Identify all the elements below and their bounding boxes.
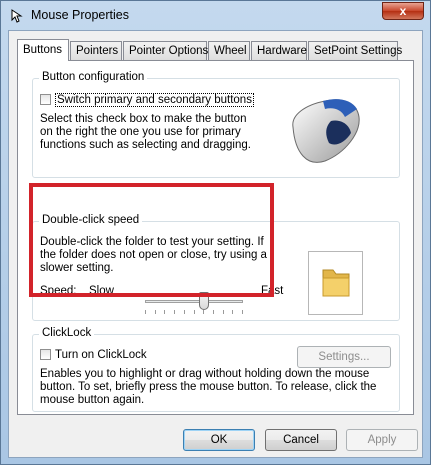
tab-setpoint-settings[interactable]: SetPoint Settings <box>308 41 402 60</box>
button-config-description: Select this check box to make the button… <box>40 113 251 151</box>
folder-icon <box>322 269 350 297</box>
tab-pointer-options[interactable]: Pointer Options <box>123 41 208 60</box>
tab-hardware[interactable]: Hardware <box>251 41 307 60</box>
button-configuration-group: Button configuration Switch primary and … <box>32 71 400 178</box>
highlight-annotation-box <box>29 183 274 297</box>
clicklock-settings-button[interactable]: Settings... <box>297 346 391 368</box>
mouse-image-icon <box>292 99 360 163</box>
switch-buttons-checkbox[interactable] <box>40 94 51 106</box>
slider-tick <box>145 310 146 314</box>
clicklock-checkbox[interactable] <box>40 349 51 361</box>
clicklock-title: ClickLock <box>39 327 95 339</box>
clicklock-group: ClickLock Turn on ClickLock Settings... … <box>32 327 400 412</box>
slider-tick <box>203 310 204 314</box>
clicklock-checkbox-row[interactable]: Turn on ClickLock <box>40 349 147 362</box>
double-click-speed-slider[interactable] <box>145 300 243 303</box>
ok-button[interactable]: OK <box>183 429 255 451</box>
slider-tick <box>232 310 233 314</box>
slider-tick <box>155 310 156 314</box>
slider-tick <box>164 310 165 314</box>
slider-tick <box>223 310 224 314</box>
slider-tick <box>174 310 175 314</box>
clicklock-label: Turn on ClickLock <box>55 349 147 361</box>
slider-tick <box>194 310 195 314</box>
slider-tick <box>213 310 214 314</box>
button-configuration-title: Button configuration <box>39 71 148 83</box>
cancel-button[interactable]: Cancel <box>265 429 337 451</box>
tab-pointers[interactable]: Pointers <box>70 41 122 60</box>
window-title: Mouse Properties <box>31 8 129 22</box>
clicklock-description: Enables you to highlight or drag without… <box>40 368 377 406</box>
test-folder-area[interactable] <box>308 251 363 315</box>
slider-tick <box>242 310 243 314</box>
mouse-app-icon <box>11 9 23 23</box>
slider-tick <box>184 310 185 314</box>
title-bar[interactable]: Mouse Properties x <box>1 1 430 30</box>
tab-wheel[interactable]: Wheel <box>208 41 250 60</box>
tab-buttons[interactable]: Buttons <box>17 39 69 61</box>
apply-button[interactable]: Apply <box>346 429 418 451</box>
switch-buttons-checkbox-row[interactable]: Switch primary and secondary buttons <box>40 93 254 107</box>
switch-buttons-label: Switch primary and secondary buttons <box>55 93 254 107</box>
mouse-properties-window: Mouse Properties x Buttons Pointers Poin… <box>0 0 431 465</box>
close-button[interactable]: x <box>382 2 424 20</box>
